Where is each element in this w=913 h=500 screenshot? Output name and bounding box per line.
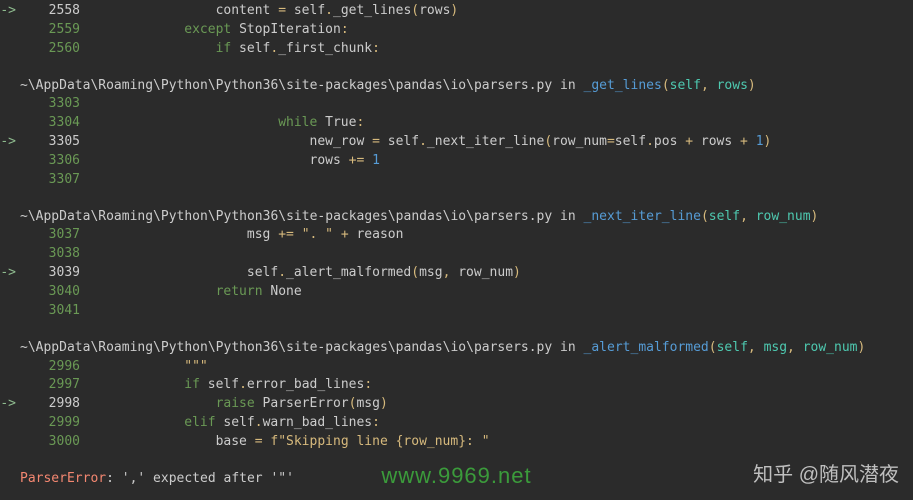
line-number: 3040	[16, 283, 80, 302]
code-line: 3303	[0, 95, 913, 114]
code-line: -> 3305 new_row = self._next_iter_line(r…	[0, 133, 913, 152]
code-line: 3041	[0, 302, 913, 321]
frame-func: _next_iter_line	[584, 209, 701, 224]
code-line: 3038	[0, 245, 913, 264]
line-number: 3305	[16, 133, 80, 152]
watermark-url: www.9969.net	[381, 460, 531, 492]
code-line: 3307	[0, 171, 913, 190]
arrow-indicator: ->	[0, 133, 16, 152]
frame-path: ~\AppData\Roaming\Python\Python36\site-p…	[20, 340, 552, 355]
code-line: -> 2998 raise ParserError(msg)	[0, 395, 913, 414]
code-line: 3304 while True:	[0, 114, 913, 133]
arrow-indicator: ->	[0, 2, 16, 21]
code-line: 3306 rows += 1	[0, 152, 913, 171]
code-line: 2997 if self.error_bad_lines:	[0, 376, 913, 395]
code-line: 3040 return None	[0, 283, 913, 302]
frame-header: ~\AppData\Roaming\Python\Python36\site-p…	[0, 208, 913, 227]
code-line: -> 2558 content = self._get_lines(rows)	[0, 2, 913, 21]
line-number: 2559	[16, 21, 80, 40]
line-number: 3304	[16, 114, 80, 133]
line-number: 2998	[16, 395, 80, 414]
line-number: 3306	[16, 152, 80, 171]
line-number: 3038	[16, 245, 80, 264]
line-number: 3000	[16, 433, 80, 452]
line-number: 2999	[16, 414, 80, 433]
frame-func: _alert_malformed	[584, 340, 709, 355]
line-number: 2996	[16, 358, 80, 377]
code-line: -> 3039 self._alert_malformed(msg, row_n…	[0, 264, 913, 283]
code-line: 2996 """	[0, 358, 913, 377]
code-line: 2560 if self._first_chunk:	[0, 40, 913, 59]
error-message: : ',' expected after '"'	[106, 471, 294, 486]
code-line: 3000 base = f"Skipping line {row_num}: "	[0, 433, 913, 452]
code-line: 2559 except StopIteration:	[0, 21, 913, 40]
line-number: 2558	[16, 2, 80, 21]
arrow-indicator: ->	[0, 264, 16, 283]
error-name: ParserError	[20, 471, 106, 486]
line-number: 3037	[16, 226, 80, 245]
frame-header: ~\AppData\Roaming\Python\Python36\site-p…	[0, 77, 913, 96]
arrow-indicator: ->	[0, 395, 16, 414]
code-line: 2999 elif self.warn_bad_lines:	[0, 414, 913, 433]
watermark-zhihu: 知乎 @随风潜夜	[753, 461, 899, 490]
frame-func: _get_lines	[584, 78, 662, 93]
traceback-container: -> 2558 content = self._get_lines(rows) …	[0, 0, 913, 491]
frame-path: ~\AppData\Roaming\Python\Python36\site-p…	[20, 209, 552, 224]
frame-header: ~\AppData\Roaming\Python\Python36\site-p…	[0, 339, 913, 358]
line-number: 3039	[16, 264, 80, 283]
frame-path: ~\AppData\Roaming\Python\Python36\site-p…	[20, 78, 552, 93]
line-number: 2560	[16, 40, 80, 59]
line-number: 3303	[16, 95, 80, 114]
line-number: 3307	[16, 171, 80, 190]
line-number: 3041	[16, 302, 80, 321]
code-line: 3037 msg += ". " + reason	[0, 226, 913, 245]
line-number: 2997	[16, 376, 80, 395]
